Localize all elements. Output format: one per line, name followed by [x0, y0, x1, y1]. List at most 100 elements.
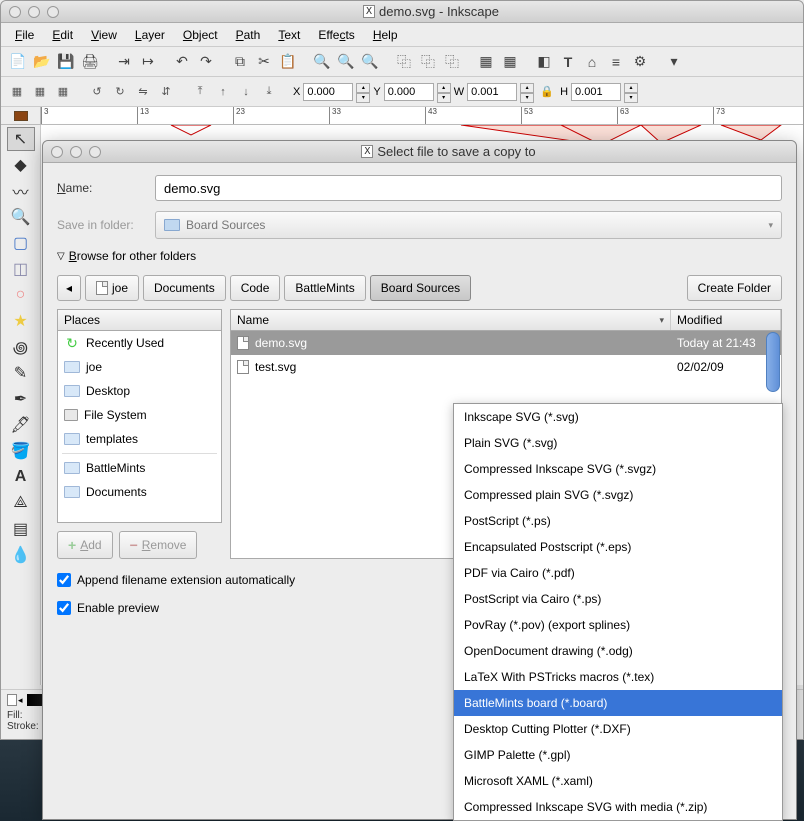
print-icon[interactable]: 🖨 [79, 51, 101, 73]
filetype-option[interactable]: Inkscape SVG (*.svg) [454, 404, 782, 430]
place-item[interactable]: templates [58, 427, 221, 451]
preferences-icon[interactable]: ⚙ [629, 51, 651, 73]
column-modified[interactable]: Modified [671, 310, 781, 330]
menu-file[interactable]: File [7, 25, 42, 45]
filetype-option[interactable]: Plain SVG (*.svg) [454, 430, 782, 456]
remove-place-button[interactable]: −Remove [119, 531, 198, 559]
save-icon[interactable]: 💾 [55, 51, 77, 73]
tweak-tool-icon[interactable]: 〰 [7, 179, 35, 203]
minimize-window-button[interactable] [28, 6, 40, 18]
ellipse-tool-icon[interactable]: ○ [7, 283, 35, 307]
ungroup-icon[interactable]: ▦ [499, 51, 521, 73]
open-icon[interactable]: 📂 [31, 51, 53, 73]
gradient-tool-icon[interactable]: ▤ [7, 517, 35, 541]
cut-icon[interactable]: ✂ [253, 51, 275, 73]
h-spinner[interactable]: ▴▾ [624, 83, 638, 101]
calligraphy-tool-icon[interactable]: 🖋 [7, 413, 35, 437]
menu-path[interactable]: Path [228, 25, 269, 45]
pencil-tool-icon[interactable]: ✎ [7, 361, 35, 385]
menu-text[interactable]: Text [270, 25, 308, 45]
raise-icon[interactable]: ↑ [213, 82, 233, 102]
menu-object[interactable]: Object [175, 25, 226, 45]
menu-effects[interactable]: Effects [310, 25, 362, 45]
dialog-close-button[interactable] [51, 146, 63, 158]
flip-v-icon[interactable]: ⇵ [156, 82, 176, 102]
lower-icon[interactable]: ↓ [236, 82, 256, 102]
zoom-out-icon[interactable]: 🔍 [359, 51, 381, 73]
redo-icon[interactable]: ↷ [195, 51, 217, 73]
filetype-option[interactable]: PovRay (*.pov) (export splines) [454, 612, 782, 638]
text-tool-icon[interactable]: A [7, 465, 35, 489]
menu-help[interactable]: Help [365, 25, 406, 45]
place-item[interactable]: BattleMints [58, 456, 221, 480]
spiral-tool-icon[interactable]: ꩜ [7, 335, 35, 359]
x-spinner[interactable]: ▴▾ [356, 83, 370, 101]
menu-edit[interactable]: Edit [44, 25, 81, 45]
filetype-option[interactable]: OpenDocument drawing (*.odg) [454, 638, 782, 664]
text-dialog-icon[interactable]: T [557, 51, 579, 73]
path-segment-button[interactable]: Code [230, 275, 281, 301]
x-input[interactable] [303, 83, 353, 101]
scrollbar-thumb[interactable] [766, 332, 780, 392]
column-name[interactable]: Name▾ [231, 310, 671, 330]
w-input[interactable] [467, 83, 517, 101]
copy-icon[interactable]: ⧉ [229, 51, 251, 73]
file-row[interactable]: test.svg02/02/09 [231, 355, 781, 379]
lower-bottom-icon[interactable]: ⤓ [259, 82, 279, 102]
bezier-tool-icon[interactable]: ✒ [7, 387, 35, 411]
rotate-cw-icon[interactable]: ↻ [110, 82, 130, 102]
rotate-ccw-icon[interactable]: ↺ [87, 82, 107, 102]
filetype-option[interactable]: LaTeX With PSTricks macros (*.tex) [454, 664, 782, 690]
folder-combo[interactable]: Board Sources [155, 211, 782, 239]
overflow-icon[interactable]: ▾ [663, 51, 685, 73]
filetype-option[interactable]: BattleMints board (*.board) [454, 690, 782, 716]
filetype-option[interactable]: Compressed plain SVG (*.svgz) [454, 482, 782, 508]
bucket-tool-icon[interactable]: 🪣 [7, 439, 35, 463]
path-segment-button[interactable]: Board Sources [370, 275, 471, 301]
raise-top-icon[interactable]: ⤒ [190, 82, 210, 102]
lock-aspect-icon[interactable]: 🔒 [537, 82, 557, 102]
path-segment-button[interactable]: joe [85, 275, 139, 301]
filetype-option[interactable]: PostScript (*.ps) [454, 508, 782, 534]
place-item[interactable]: ↻Recently Used [58, 331, 221, 355]
menu-view[interactable]: View [83, 25, 125, 45]
dropper-tool-icon[interactable]: 💧 [7, 543, 35, 567]
palette-scroll-left-icon[interactable]: ◂ [18, 695, 26, 706]
menu-layer[interactable]: Layer [127, 25, 173, 45]
group-icon[interactable]: ▦ [475, 51, 497, 73]
undo-icon[interactable]: ↶ [171, 51, 193, 73]
paste-icon[interactable]: 📋 [277, 51, 299, 73]
h-input[interactable] [571, 83, 621, 101]
flip-h-icon[interactable]: ⇋ [133, 82, 153, 102]
select-layer-icon[interactable]: ▦ [30, 82, 50, 102]
add-place-button[interactable]: +Add [57, 531, 113, 559]
place-item[interactable]: File System [58, 403, 221, 427]
zoom-tool-icon[interactable]: 🔍 [7, 205, 35, 229]
zoom-fit-icon[interactable]: 🔍 [311, 51, 333, 73]
align-dialog-icon[interactable]: ≡ [605, 51, 627, 73]
xml-editor-icon[interactable]: ⌂ [581, 51, 603, 73]
filetype-option[interactable]: Encapsulated Postscript (*.eps) [454, 534, 782, 560]
fill-stroke-icon[interactable]: ◧ [533, 51, 555, 73]
filetype-option[interactable]: PostScript via Cairo (*.ps) [454, 586, 782, 612]
path-back-button[interactable]: ◂ [57, 275, 81, 301]
select-all-icon[interactable]: ▦ [7, 82, 27, 102]
w-spinner[interactable]: ▴▾ [520, 83, 534, 101]
filetype-option[interactable]: Compressed Inkscape SVG with media (*.zi… [454, 794, 782, 820]
append-ext-checkbox[interactable] [57, 573, 71, 587]
close-window-button[interactable] [9, 6, 21, 18]
export-icon[interactable]: ↦ [137, 51, 159, 73]
zoom-window-button[interactable] [47, 6, 59, 18]
filetype-option[interactable]: PDF via Cairo (*.pdf) [454, 560, 782, 586]
filename-input[interactable] [155, 175, 782, 201]
y-spinner[interactable]: ▴▾ [437, 83, 451, 101]
clone-icon[interactable]: ⿻ [417, 51, 439, 73]
filetype-option[interactable]: Desktop Cutting Plotter (*.DXF) [454, 716, 782, 742]
file-row[interactable]: demo.svgToday at 21:43 [231, 331, 781, 355]
place-item[interactable]: Desktop [58, 379, 221, 403]
filetype-option[interactable]: GIMP Palette (*.gpl) [454, 742, 782, 768]
unlink-icon[interactable]: ⿻ [441, 51, 463, 73]
star-tool-icon[interactable]: ★ [7, 309, 35, 333]
path-segment-button[interactable]: Documents [143, 275, 226, 301]
3dbox-tool-icon[interactable]: ◫ [7, 257, 35, 281]
